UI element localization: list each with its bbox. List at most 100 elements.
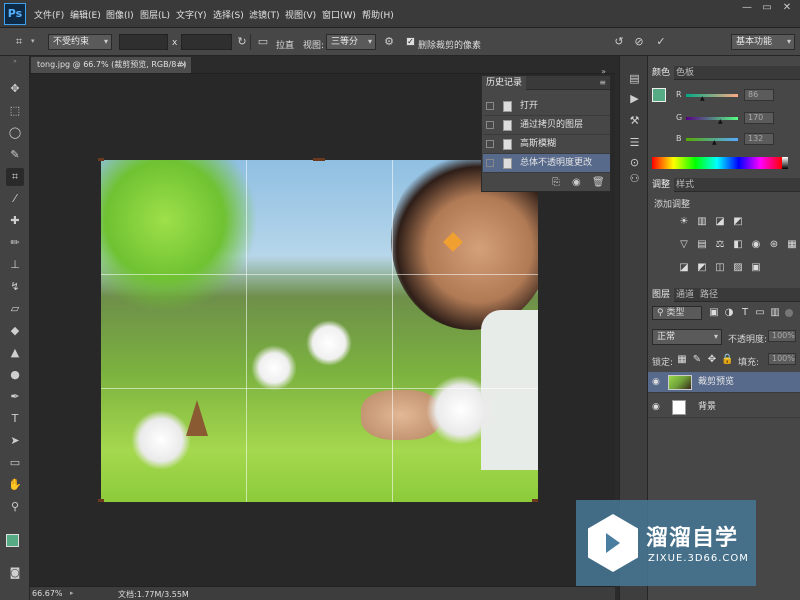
lock-pixels-icon[interactable]: ✎	[691, 354, 703, 366]
menu-type[interactable]: 文字(Y)	[176, 8, 207, 21]
reset-crop-icon[interactable]: ↺	[612, 35, 626, 49]
new-document-from-state-icon[interactable]: ⎘	[552, 177, 560, 188]
tab-styles[interactable]: 样式	[672, 178, 698, 192]
path-select-tool-icon[interactable]: ➤	[6, 432, 24, 450]
slider-thumb-icon[interactable]: ▲	[712, 139, 717, 146]
eraser-tool-icon[interactable]: ▱	[6, 300, 24, 318]
quick-select-tool-icon[interactable]: ✎	[6, 146, 24, 164]
hue-icon[interactable]: ▤	[696, 239, 708, 251]
panel-menu-icon[interactable]: ≡	[599, 76, 606, 89]
filter-adjustment-icon[interactable]: ◑	[723, 307, 735, 319]
photo-filter-icon[interactable]: ◉	[750, 239, 762, 251]
lock-position-icon[interactable]: ✥	[706, 354, 718, 366]
zoom-level[interactable]: 66.67%	[32, 589, 63, 598]
filter-smart-object-icon[interactable]: ▥	[769, 307, 781, 319]
foreground-color-swatch[interactable]	[652, 88, 666, 102]
menu-edit[interactable]: 编辑(E)	[70, 8, 101, 21]
color-balance-icon[interactable]: ⚖	[714, 239, 726, 251]
settings-gear-icon[interactable]: ⚙	[382, 35, 396, 49]
curves-icon[interactable]: ◪	[714, 216, 726, 228]
grayscale-ramp[interactable]	[782, 157, 788, 169]
move-tool-icon[interactable]: ✥	[6, 80, 24, 98]
healing-brush-tool-icon[interactable]: ✚	[6, 212, 24, 230]
layer-filter-dropdown[interactable]: ⚲ 类型	[652, 306, 702, 320]
crop-handle[interactable]	[98, 499, 104, 502]
shape-tool-icon[interactable]: ▭	[6, 454, 24, 472]
snapshot-camera-icon[interactable]: ◉	[572, 177, 581, 188]
document-tab[interactable]: tong.jpg @ 66.7% (裁剪预览, RGB/8#) * ×	[30, 56, 192, 85]
history-snapshot-checkbox[interactable]	[486, 140, 494, 148]
history-snapshot-checkbox[interactable]	[486, 121, 494, 129]
delete-cropped-checkbox[interactable]: ✓	[406, 37, 415, 46]
view-dropdown[interactable]: 三等分	[326, 34, 376, 50]
dodge-tool-icon[interactable]: ●	[6, 366, 24, 384]
menu-file[interactable]: 文件(F)	[34, 8, 64, 21]
brightness-icon[interactable]: ☀	[678, 216, 690, 228]
filter-type-icon[interactable]: T	[739, 307, 751, 319]
document-tab-close-icon[interactable]: ×	[180, 57, 187, 73]
color-lookup-icon[interactable]: ▦	[786, 239, 798, 251]
brush-tool-icon[interactable]: ✏	[6, 234, 24, 252]
clone-source-icon[interactable]: ⚇	[626, 170, 643, 187]
history-snapshot-checkbox[interactable]	[486, 102, 494, 110]
exposure-icon[interactable]: ◩	[732, 216, 744, 228]
quick-mask-icon[interactable]: ◙	[6, 564, 24, 582]
crop-tool-icon[interactable]: ⌗	[12, 35, 26, 49]
blend-mode-dropdown[interactable]: 正常	[652, 329, 722, 345]
document-image[interactable]	[101, 160, 538, 502]
menu-window[interactable]: 窗口(W)	[322, 8, 356, 21]
filter-shape-icon[interactable]: ▭	[754, 307, 766, 319]
lasso-tool-icon[interactable]: ◯	[6, 124, 24, 142]
menu-image[interactable]: 图像(I)	[106, 8, 134, 21]
swap-dimensions-icon[interactable]: ↻	[235, 35, 249, 49]
filter-pixel-icon[interactable]: ▣	[708, 307, 720, 319]
straighten-label[interactable]: 拉直	[276, 38, 294, 51]
red-slider[interactable]	[686, 94, 738, 97]
color-spectrum-bar[interactable]	[652, 157, 782, 169]
tab-paths[interactable]: 路径	[696, 288, 722, 302]
commit-crop-icon[interactable]: ✓	[654, 35, 668, 49]
threshold-icon[interactable]: ◫	[714, 262, 726, 274]
clone-stamp-tool-icon[interactable]: ⊥	[6, 256, 24, 274]
vibrance-icon[interactable]: ▽	[678, 239, 690, 251]
paint-bucket-tool-icon[interactable]: ◆	[6, 322, 24, 340]
history-item-selected[interactable]: 总体不透明度更改	[483, 154, 610, 173]
brush-presets-icon[interactable]: ⊙	[626, 154, 643, 171]
levels-icon[interactable]: ▥	[696, 216, 708, 228]
selective-color-icon[interactable]: ▣	[750, 262, 762, 274]
crop-height-field[interactable]	[181, 34, 232, 50]
foreground-color-swatch[interactable]	[6, 534, 19, 547]
history-panel-icon[interactable]: ▤	[626, 70, 643, 87]
filter-toggle-icon[interactable]	[785, 309, 793, 317]
menu-help[interactable]: 帮助(H)	[362, 8, 394, 21]
posterize-icon[interactable]: ◩	[696, 262, 708, 274]
panel-collapse-icon[interactable]: »	[601, 67, 606, 76]
visibility-eye-icon[interactable]: ◉	[652, 397, 660, 418]
brush-panel-icon[interactable]: ☰	[626, 134, 643, 151]
layer-name[interactable]: 裁剪预览	[698, 372, 734, 393]
blur-tool-icon[interactable]: ▲	[6, 344, 24, 362]
lock-transparency-icon[interactable]: ▦	[676, 354, 688, 366]
crop-handle[interactable]	[313, 158, 325, 161]
layer-row-selected[interactable]: ◉ 裁剪预览	[648, 372, 800, 393]
history-item[interactable]: 通过拷贝的图层	[483, 116, 610, 135]
straighten-icon[interactable]: ▭	[256, 35, 270, 49]
cancel-crop-icon[interactable]: ⊘	[632, 35, 646, 49]
fill-field[interactable]: 100%	[768, 353, 796, 365]
crop-handle[interactable]	[532, 499, 538, 502]
history-snapshot-checkbox[interactable]	[486, 159, 494, 167]
layer-row[interactable]: ◉ 背景	[648, 397, 800, 418]
close-button[interactable]: ✕	[778, 2, 796, 14]
maximize-button[interactable]: ▭	[758, 2, 776, 14]
slider-thumb-icon[interactable]: ▲	[700, 95, 705, 102]
trash-icon[interactable]: 🗑	[592, 177, 605, 188]
history-item[interactable]: 打开	[483, 97, 610, 116]
tab-swatches[interactable]: 色板	[672, 66, 698, 80]
blue-value-field[interactable]: 132	[744, 133, 774, 145]
status-options-icon[interactable]: ▸	[70, 589, 74, 597]
workspace-dropdown[interactable]: 基本功能	[731, 34, 795, 50]
tools-collapse-icon[interactable]: »	[4, 58, 26, 65]
slider-thumb-icon[interactable]: ▲	[718, 118, 723, 125]
menu-view[interactable]: 视图(V)	[285, 8, 316, 21]
marquee-tool-icon[interactable]: ⬚	[6, 102, 24, 120]
